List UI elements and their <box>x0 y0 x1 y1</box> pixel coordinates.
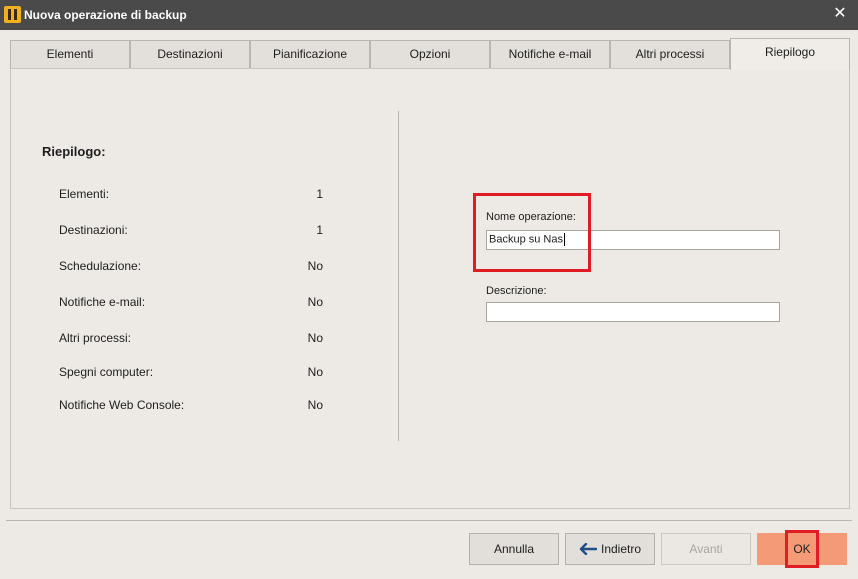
summary-value: No <box>307 398 323 412</box>
name-field[interactable]: Backup su Nas <box>486 230 780 250</box>
tab-opzioni[interactable]: Opzioni <box>370 40 490 69</box>
text-cursor <box>563 233 565 246</box>
summary-value: No <box>307 295 323 309</box>
cancel-button-label: Annulla <box>493 542 535 556</box>
summary-label: Notifiche Web Console: <box>59 398 185 412</box>
summary-value: No <box>307 365 323 379</box>
tab-altri-processi[interactable]: Altri processi <box>610 40 730 69</box>
tab-riepilogo[interactable]: Riepilogo <box>730 38 850 70</box>
title-bar: Nuova operazione di backup ✕ <box>0 0 858 30</box>
name-field-label: Nome operazione: <box>486 211 576 223</box>
back-button-label: Indietro <box>600 542 642 556</box>
summary-row-spegni-computer: Spegni computer: No <box>59 365 323 381</box>
summary-heading: Riepilogo: <box>42 144 106 159</box>
next-button-label: Avanti <box>689 542 723 556</box>
summary-row-notifiche-web-console: Notifiche Web Console: No <box>59 398 323 414</box>
close-icon[interactable]: ✕ <box>832 6 848 22</box>
panel-divider <box>398 111 399 441</box>
tab-bar: Elementi Destinazioni Pianificazione Opz… <box>10 38 850 70</box>
summary-label: Elementi: <box>59 187 110 201</box>
summary-row-notifiche-email: Notifiche e-mail: No <box>59 295 323 311</box>
summary-row-altri-processi: Altri processi: No <box>59 331 323 347</box>
tab-panel <box>10 68 850 509</box>
footer-divider <box>6 520 852 521</box>
tab-elementi[interactable]: Elementi <box>10 40 130 69</box>
description-field-label: Descrizione: <box>486 285 547 297</box>
summary-row-elementi: Elementi: 1 <box>59 187 323 203</box>
app-logo-icon <box>4 6 21 23</box>
arrow-left-icon <box>579 543 597 555</box>
ok-button-label: OK <box>793 542 811 556</box>
summary-label: Schedulazione: <box>59 259 142 273</box>
summary-value: 1 <box>316 187 323 201</box>
description-field[interactable] <box>486 302 780 322</box>
tab-pianificazione[interactable]: Pianificazione <box>250 40 370 69</box>
ok-button[interactable]: OK <box>757 533 847 565</box>
summary-label: Spegni computer: <box>59 365 154 379</box>
window-title: Nuova operazione di backup <box>24 8 187 22</box>
summary-value: No <box>307 331 323 345</box>
summary-row-destinazioni: Destinazioni: 1 <box>59 223 323 239</box>
summary-label: Destinazioni: <box>59 223 128 237</box>
name-field-value: Backup su Nas <box>489 233 563 246</box>
summary-label: Notifiche e-mail: <box>59 295 146 309</box>
summary-value: 1 <box>316 223 323 237</box>
back-button[interactable]: Indietro <box>565 533 655 565</box>
cancel-button[interactable]: Annulla <box>469 533 559 565</box>
tab-notifiche-email[interactable]: Notifiche e-mail <box>490 40 610 69</box>
summary-row-schedulazione: Schedulazione: No <box>59 259 323 275</box>
tab-destinazioni[interactable]: Destinazioni <box>130 40 250 69</box>
summary-label: Altri processi: <box>59 331 132 345</box>
next-button[interactable]: Avanti <box>661 533 751 565</box>
summary-value: No <box>307 259 323 273</box>
